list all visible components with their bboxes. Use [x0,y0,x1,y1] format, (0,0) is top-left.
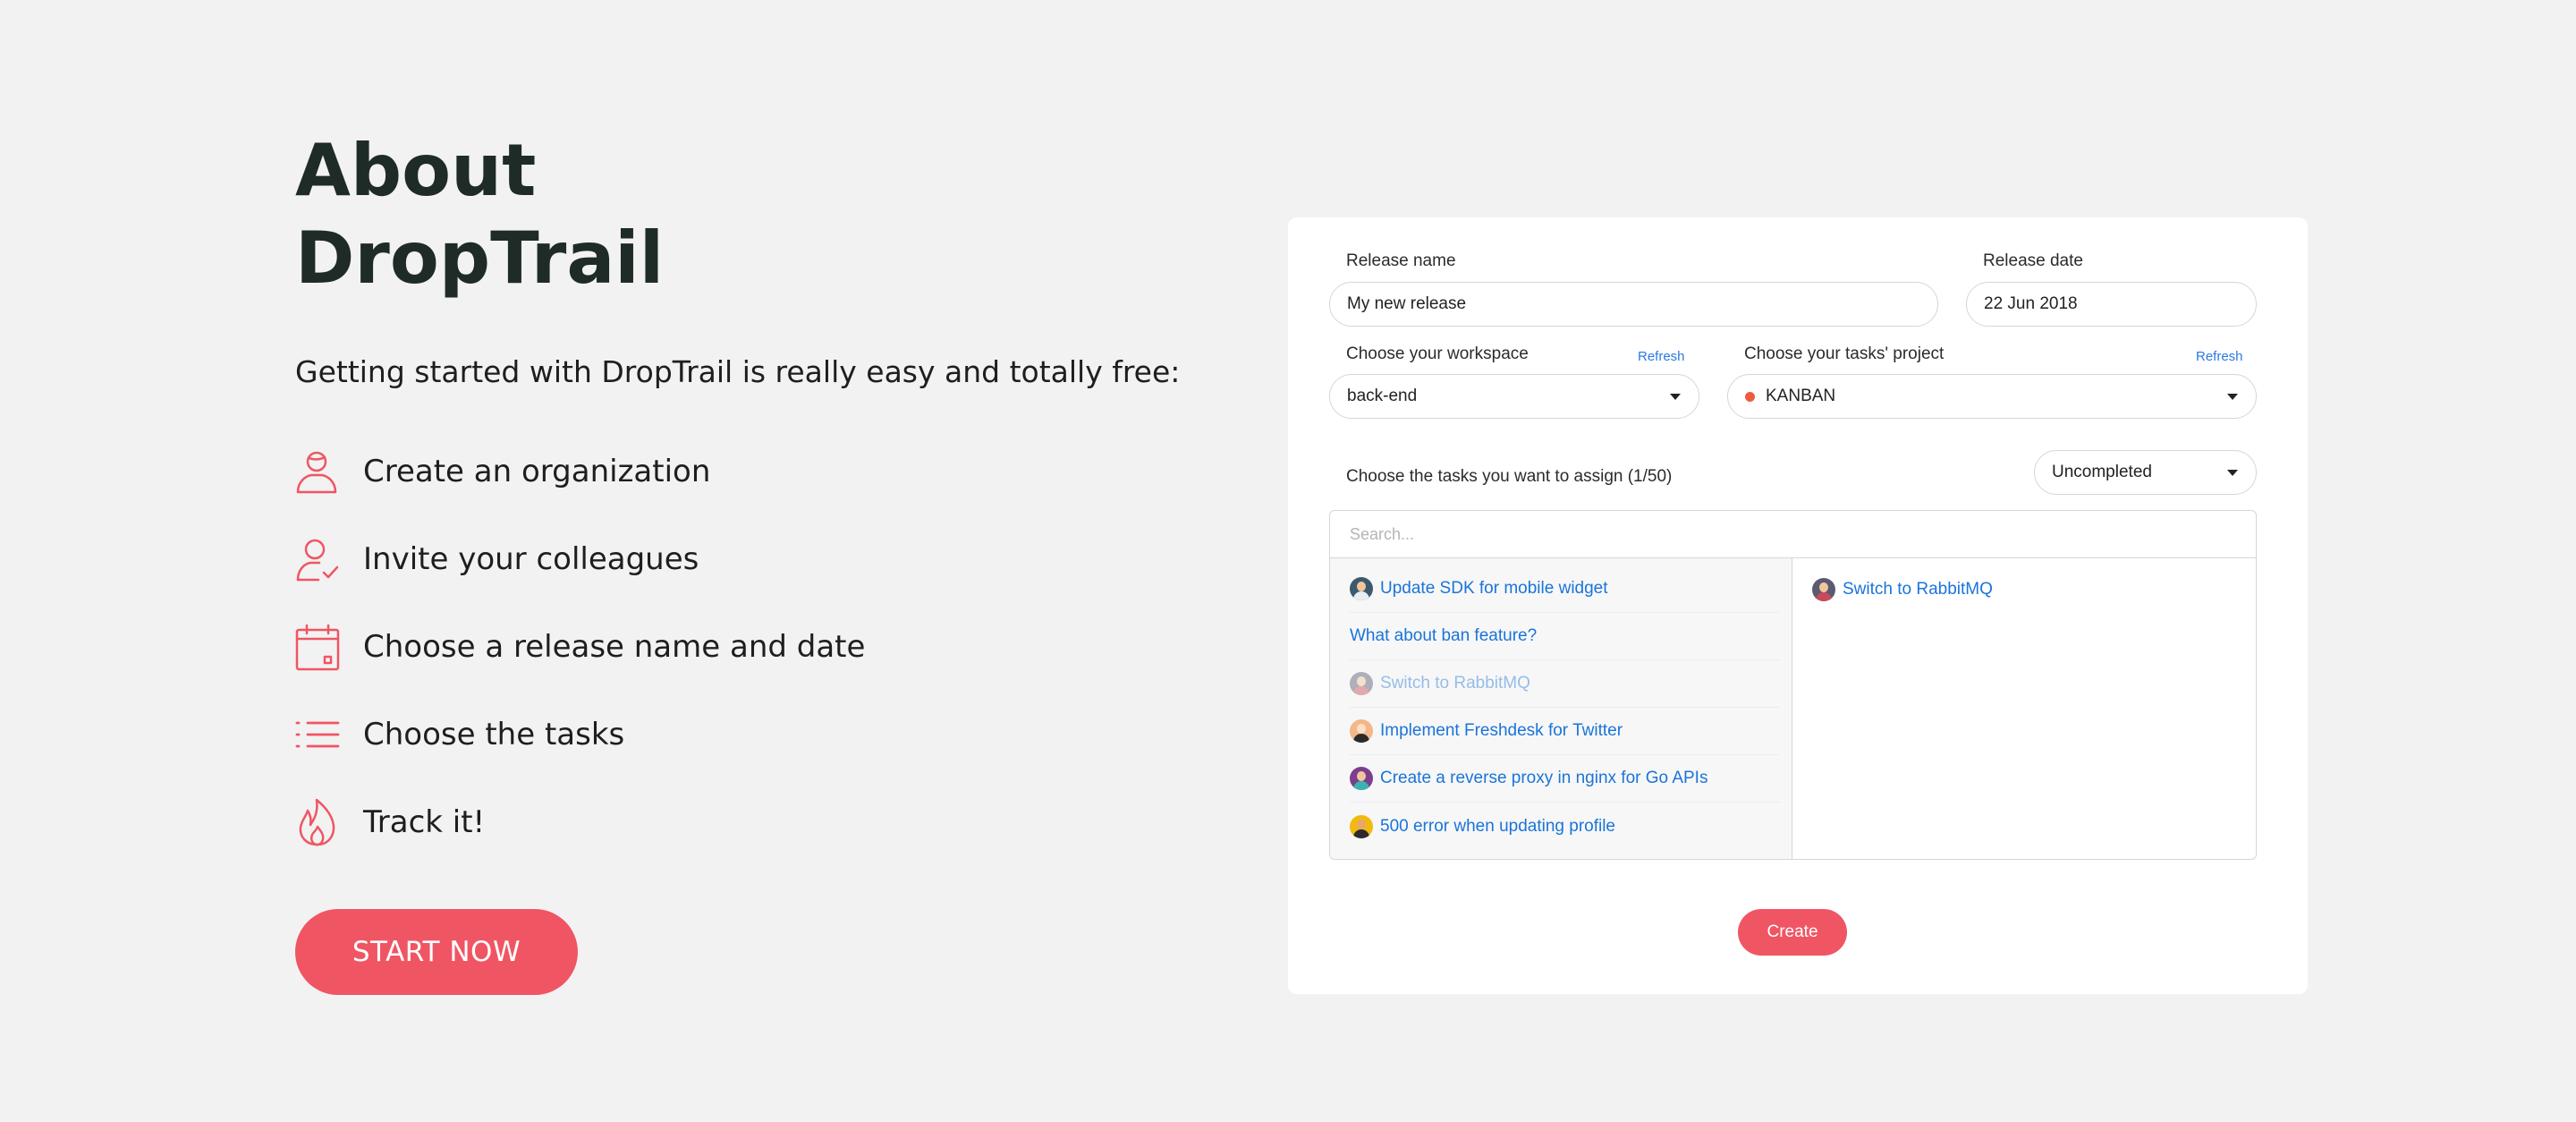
flame-icon [295,797,340,847]
release-date-input[interactable]: 22 Jun 2018 [1966,282,2257,327]
step-label: Create an organization [363,454,711,489]
avatar [1350,672,1373,695]
tasks-label: Choose the tasks you want to assign (1/5… [1346,467,1673,486]
task-title: Create a reverse proxy in nginx for Go A… [1380,769,1708,787]
avatar [1350,577,1373,600]
release-name-input[interactable]: My new release [1329,282,1938,327]
avatar [1350,719,1373,743]
status-dot-icon [1745,391,1755,402]
project-value: KANBAN [1766,387,1836,405]
step-invite-colleagues: Invite your colleagues [295,531,865,587]
steps-list: Create an organization Invite your colle… [295,444,865,882]
workspace-value: back-end [1347,387,1418,405]
step-track-it: Track it! [295,795,865,850]
list-icon [295,710,340,760]
step-label: Invite your colleagues [363,541,699,577]
start-now-button[interactable]: START NOW [295,909,578,995]
intro-text: Getting started with DropTrail is really… [295,354,1181,389]
user-icon [295,446,340,497]
task-item-disabled: Switch to RabbitMQ [1350,660,1779,708]
release-date-value: 22 Jun 2018 [1984,294,2078,313]
project-label: Choose your tasks' project [1744,344,1945,363]
step-label: Choose the tasks [363,717,625,752]
step-choose-release: Choose a release name and date [295,619,865,675]
workspace-refresh-link[interactable]: Refresh [1638,349,1685,364]
release-form-card: Release name My new release Release date… [1288,217,2308,994]
task-filter-select[interactable]: Uncompleted [2034,450,2257,495]
task-item[interactable]: Implement Freshdesk for Twitter [1350,708,1779,755]
calendar-icon [295,622,340,672]
create-button[interactable]: Create [1738,909,1847,956]
task-item[interactable]: 500 error when updating profile [1350,803,1779,850]
chevron-down-icon [1670,394,1681,400]
selected-task-item[interactable]: Switch to RabbitMQ [1812,565,2243,613]
workspace-label: Choose your workspace [1346,344,1529,363]
avatar [1812,577,1835,601]
project-refresh-link[interactable]: Refresh [2196,349,2243,364]
task-search-input[interactable]: Search... [1330,511,2256,558]
release-name-value: My new release [1347,294,1467,313]
title-line-1: About [295,129,537,212]
release-date-label: Release date [1983,251,2083,270]
task-title: Implement Freshdesk for Twitter [1380,721,1623,740]
release-name-label: Release name [1346,251,1456,270]
task-title: Switch to RabbitMQ [1380,674,1530,693]
step-label: Choose a release name and date [363,629,866,665]
page-title: About DropTrail [295,127,664,302]
task-item[interactable]: Create a reverse proxy in nginx for Go A… [1350,755,1779,803]
user-check-icon [295,534,340,584]
title-line-2: DropTrail [295,217,665,300]
workspace-select[interactable]: back-end [1329,374,1699,419]
step-create-organization: Create an organization [295,444,865,499]
project-select[interactable]: KANBAN [1727,374,2257,419]
selected-tasks-list: Switch to RabbitMQ [1792,558,2256,859]
task-picker: Search... Update SDK for mobile widget W… [1329,510,2257,860]
step-choose-tasks: Choose the tasks [295,707,865,762]
available-tasks-list: Update SDK for mobile widget What about … [1330,558,1792,859]
task-item[interactable]: What about ban feature? [1350,613,1779,660]
task-item[interactable]: Update SDK for mobile widget [1350,565,1779,613]
task-title: What about ban feature? [1350,626,1538,645]
task-title: Update SDK for mobile widget [1380,579,1608,598]
task-title: 500 error when updating profile [1380,816,1616,836]
chevron-down-icon [2227,470,2238,476]
chevron-down-icon [2227,394,2238,400]
task-title: Switch to RabbitMQ [1843,579,1993,599]
step-label: Track it! [363,804,486,840]
search-placeholder: Search... [1350,524,1415,543]
avatar [1350,767,1373,790]
avatar [1350,814,1373,838]
task-filter-value: Uncompleted [2052,463,2152,481]
